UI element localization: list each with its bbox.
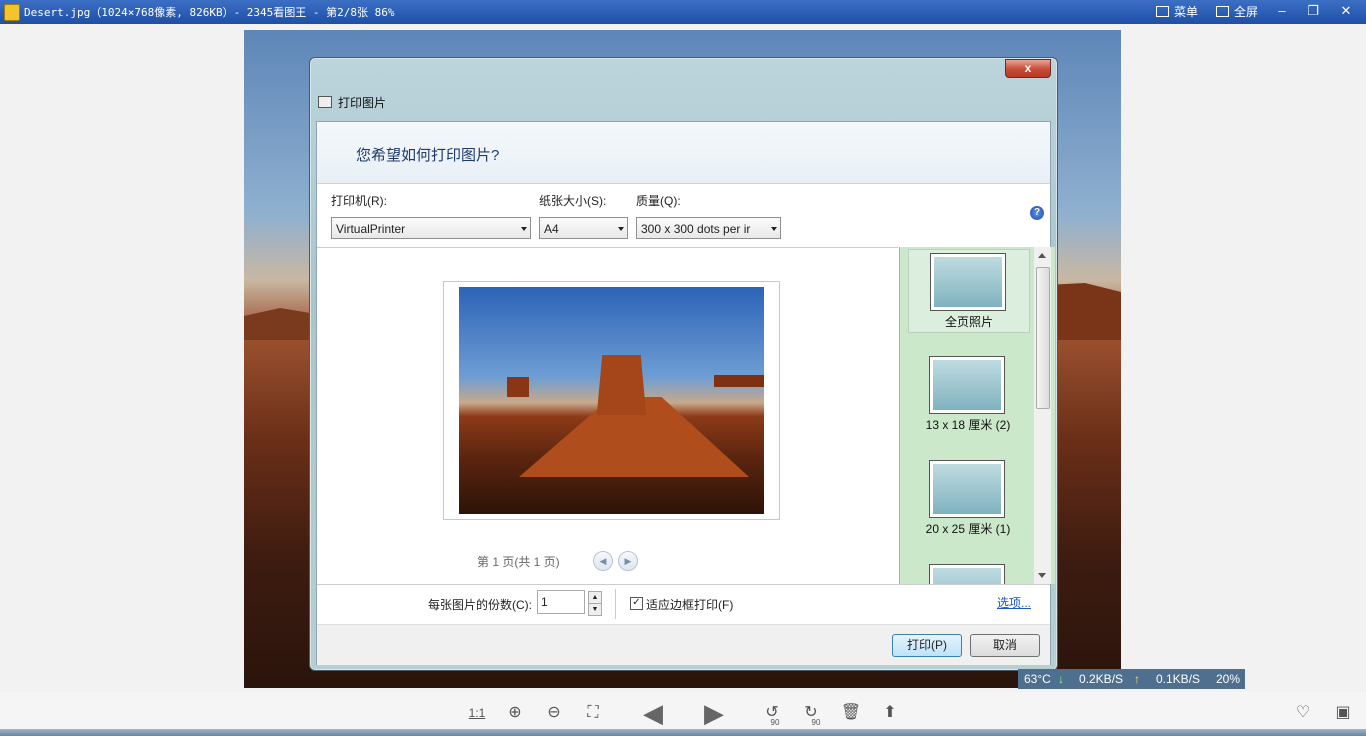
- favorite-icon[interactable]: ♡: [1291, 702, 1315, 724]
- menu-icon: [1156, 6, 1169, 17]
- thumb-fill: [934, 257, 1002, 307]
- prev-image-icon[interactable]: ◀: [636, 700, 670, 726]
- zoom-out-icon[interactable]: ⊖: [542, 702, 566, 724]
- fit-frame-label: 适应边框打印(F): [646, 598, 734, 612]
- windows-taskbar: [0, 729, 1366, 736]
- layout-label: 13 x 18 厘米 (2): [925, 418, 1011, 432]
- question-text: 您希望如何打印图片?: [356, 147, 500, 164]
- dialog-title: 打印图片: [318, 94, 386, 111]
- chevron-down-icon: [521, 227, 527, 231]
- download-icon: ↓: [1058, 672, 1064, 686]
- preview-page: [443, 281, 780, 520]
- quality-label: 质量(Q):: [636, 194, 681, 208]
- thumbnail-icon[interactable]: ▣: [1331, 702, 1355, 724]
- help-icon[interactable]: ?: [1030, 206, 1044, 220]
- cpu-usage: 20%: [1216, 672, 1241, 686]
- print-button[interactable]: 打印(P): [892, 634, 962, 657]
- layout-thumbnail: [929, 460, 1005, 518]
- paper-size-label: 纸张大小(S):: [539, 194, 607, 208]
- copies-row: 每张图片的份数(C): 1 ▲ ▼ ✓ 适应边框打印(F) 选项...: [317, 584, 1050, 625]
- chevron-down-icon: [771, 227, 777, 231]
- zoom-in-icon[interactable]: ⊕: [503, 702, 527, 724]
- next-page-button[interactable]: ▶: [618, 551, 638, 571]
- upload-speed: 0.1KB/S: [1156, 672, 1201, 686]
- spin-down-icon[interactable]: ▼: [588, 603, 602, 616]
- upload-icon: ↑: [1134, 672, 1140, 686]
- download-speed: 0.2KB/S: [1079, 672, 1124, 686]
- page-indicator: 第 1 页(共 1 页): [477, 555, 560, 569]
- delete-icon[interactable]: 🗑: [839, 702, 863, 724]
- print-preview: 第 1 页(共 1 页) ◀ ▶: [317, 247, 898, 585]
- prev-page-button[interactable]: ◀: [593, 551, 613, 571]
- copies-label: 每张图片的份数(C):: [428, 598, 532, 612]
- copies-input[interactable]: 1: [537, 590, 585, 614]
- system-status-widget: 63°C ↓ 0.2KB/S ↑ 0.1KB/S 20%: [1018, 669, 1245, 689]
- layout-thumbnail: [930, 253, 1006, 311]
- thumb-fill: [933, 568, 1001, 584]
- scroll-up-icon[interactable]: [1038, 253, 1046, 258]
- menu-button[interactable]: 菜单: [1156, 3, 1198, 21]
- question-header: 您希望如何打印图片?: [317, 122, 1050, 184]
- actual-size-button[interactable]: 1:1: [465, 702, 489, 724]
- divider: [615, 589, 616, 619]
- layout-label: 20 x 25 厘米 (1): [925, 522, 1011, 536]
- photo-mesa-right: [714, 375, 764, 387]
- temperature: 63°C: [1024, 672, 1051, 686]
- viewer-title-bar: Desert.jpg（1024×768像素, 826KB）- 2345看图王 -…: [0, 0, 1366, 24]
- button-row: 打印(P) 取消: [317, 624, 1050, 665]
- layout-item-13x18[interactable]: 13 x 18 厘米 (2): [908, 353, 1028, 435]
- paper-size-select[interactable]: A4: [539, 217, 628, 239]
- preview-photo: [459, 287, 764, 514]
- photo-mesa-left: [507, 377, 529, 397]
- fit-frame-checkbox[interactable]: ✓: [630, 597, 643, 610]
- dialog-client: 您希望如何打印图片? 打印机(R): VirtualPrinter 纸张大小(S…: [316, 121, 1055, 665]
- photo-butte: [596, 355, 647, 415]
- more-up-icon[interactable]: ⬆: [878, 702, 902, 724]
- fullscreen-icon: [1216, 6, 1229, 17]
- layout-item-20x25[interactable]: 20 x 25 厘米 (1): [908, 457, 1028, 539]
- printer-select[interactable]: VirtualPrinter: [331, 217, 531, 239]
- chevron-down-icon: [618, 227, 624, 231]
- fullscreen-button[interactable]: 全屏: [1216, 3, 1258, 21]
- thumb-fill: [933, 360, 1001, 410]
- printer-icon: [318, 96, 332, 108]
- layout-thumbnail: [929, 356, 1005, 414]
- close-window-icon[interactable]: ✕: [1335, 2, 1357, 20]
- window-title: Desert.jpg（1024×768像素, 826KB）- 2345看图王 -…: [24, 6, 395, 19]
- app-icon: [4, 4, 20, 21]
- next-image-icon[interactable]: ▶: [697, 700, 731, 726]
- thumb-fill: [933, 464, 1001, 514]
- layout-list: 全页照片 13 x 18 厘米 (2) 20 x 25 厘米 (1): [899, 247, 1055, 584]
- scroll-down-icon[interactable]: [1038, 573, 1046, 578]
- layout-item-full-page[interactable]: 全页照片: [908, 249, 1030, 333]
- cancel-button[interactable]: 取消: [970, 634, 1040, 657]
- layout-item-next[interactable]: [908, 561, 1028, 584]
- scroll-thumb[interactable]: [1036, 267, 1050, 409]
- quality-select[interactable]: 300 x 300 dots per ir: [636, 217, 781, 239]
- restore-icon[interactable]: ❐: [1302, 2, 1324, 20]
- options-link[interactable]: 选项...: [997, 594, 1031, 611]
- print-dialog: x 打印图片 您希望如何打印图片? 打印机(R): VirtualPrinter…: [309, 57, 1058, 671]
- layout-scrollbar[interactable]: [1033, 247, 1051, 584]
- layout-thumbnail: [929, 564, 1005, 584]
- printer-label: 打印机(R):: [331, 194, 387, 208]
- dialog-close-button[interactable]: x: [1005, 59, 1051, 78]
- layout-label: 全页照片: [944, 315, 993, 329]
- fit-window-icon[interactable]: ⛶: [581, 702, 605, 724]
- minimize-icon[interactable]: –: [1271, 2, 1293, 20]
